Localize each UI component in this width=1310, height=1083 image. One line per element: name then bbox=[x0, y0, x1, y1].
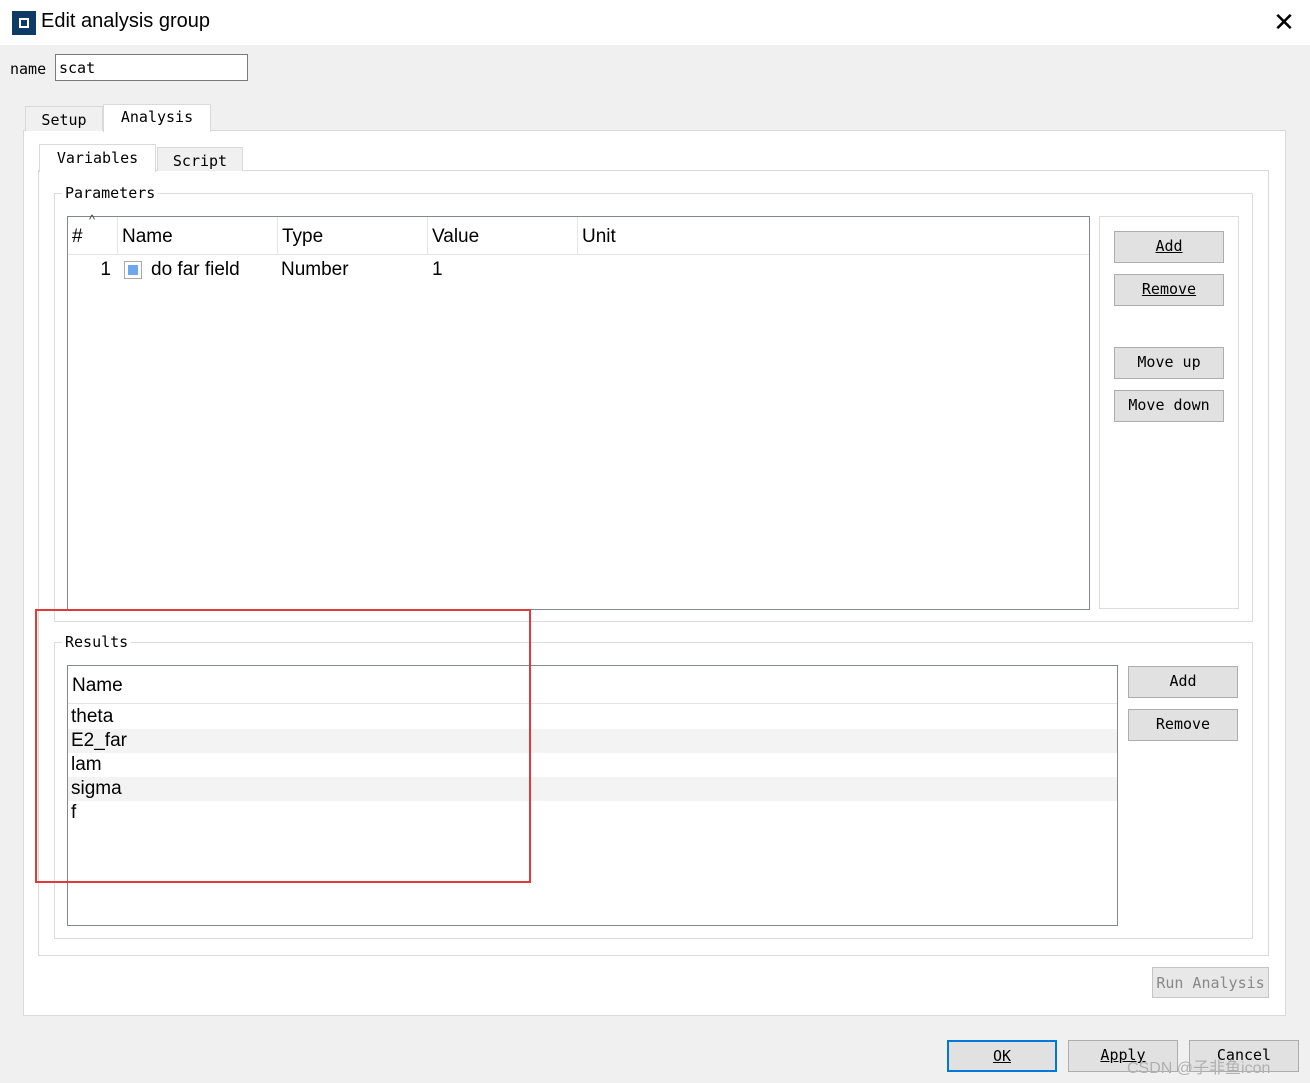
column-header-name[interactable]: Name bbox=[118, 217, 278, 255]
move-up-button[interactable]: Move up bbox=[1114, 347, 1224, 379]
ok-button[interactable]: OK bbox=[947, 1040, 1057, 1072]
column-header-value[interactable]: Value bbox=[428, 217, 578, 255]
remove-result-button[interactable]: Remove bbox=[1128, 709, 1238, 741]
parameters-table[interactable]: ^ # Name Type Value Unit 1 do far field … bbox=[67, 212, 1090, 610]
column-header-index[interactable]: ^ # bbox=[68, 212, 118, 255]
tab-variables[interactable]: Variables bbox=[39, 144, 156, 172]
name-input[interactable]: scat bbox=[55, 54, 248, 81]
annotation-highlight-box bbox=[35, 609, 531, 883]
move-down-button[interactable]: Move down bbox=[1114, 390, 1224, 422]
param-row-value[interactable]: 1 bbox=[432, 257, 443, 285]
parameters-legend: Parameters bbox=[62, 184, 159, 202]
column-header-type[interactable]: Type bbox=[278, 217, 428, 255]
parameter-color-swatch-icon bbox=[124, 261, 142, 279]
window-title: Edit analysis group bbox=[41, 10, 210, 32]
app-icon bbox=[12, 11, 36, 35]
add-parameter-button[interactable]: Add bbox=[1114, 231, 1224, 263]
column-header-unit[interactable]: Unit bbox=[578, 217, 1089, 255]
param-row-type[interactable]: Number bbox=[281, 257, 349, 285]
tab-script[interactable]: Script bbox=[157, 147, 243, 171]
remove-parameter-button[interactable]: Remove bbox=[1114, 274, 1224, 306]
close-button[interactable]: ✕ bbox=[1266, 6, 1302, 40]
sort-ascending-icon: ^ bbox=[89, 212, 96, 227]
tab-analysis[interactable]: Analysis bbox=[103, 104, 211, 132]
tab-setup[interactable]: Setup bbox=[25, 106, 103, 131]
param-row-index[interactable]: 1 bbox=[68, 257, 111, 285]
param-row-name[interactable]: do far field bbox=[151, 257, 240, 285]
watermark: CSDN @子非鱼icon bbox=[1127, 1060, 1271, 1077]
name-label: name bbox=[10, 60, 47, 78]
add-result-button[interactable]: Add bbox=[1128, 666, 1238, 698]
run-analysis-button[interactable]: Run Analysis bbox=[1152, 967, 1269, 998]
